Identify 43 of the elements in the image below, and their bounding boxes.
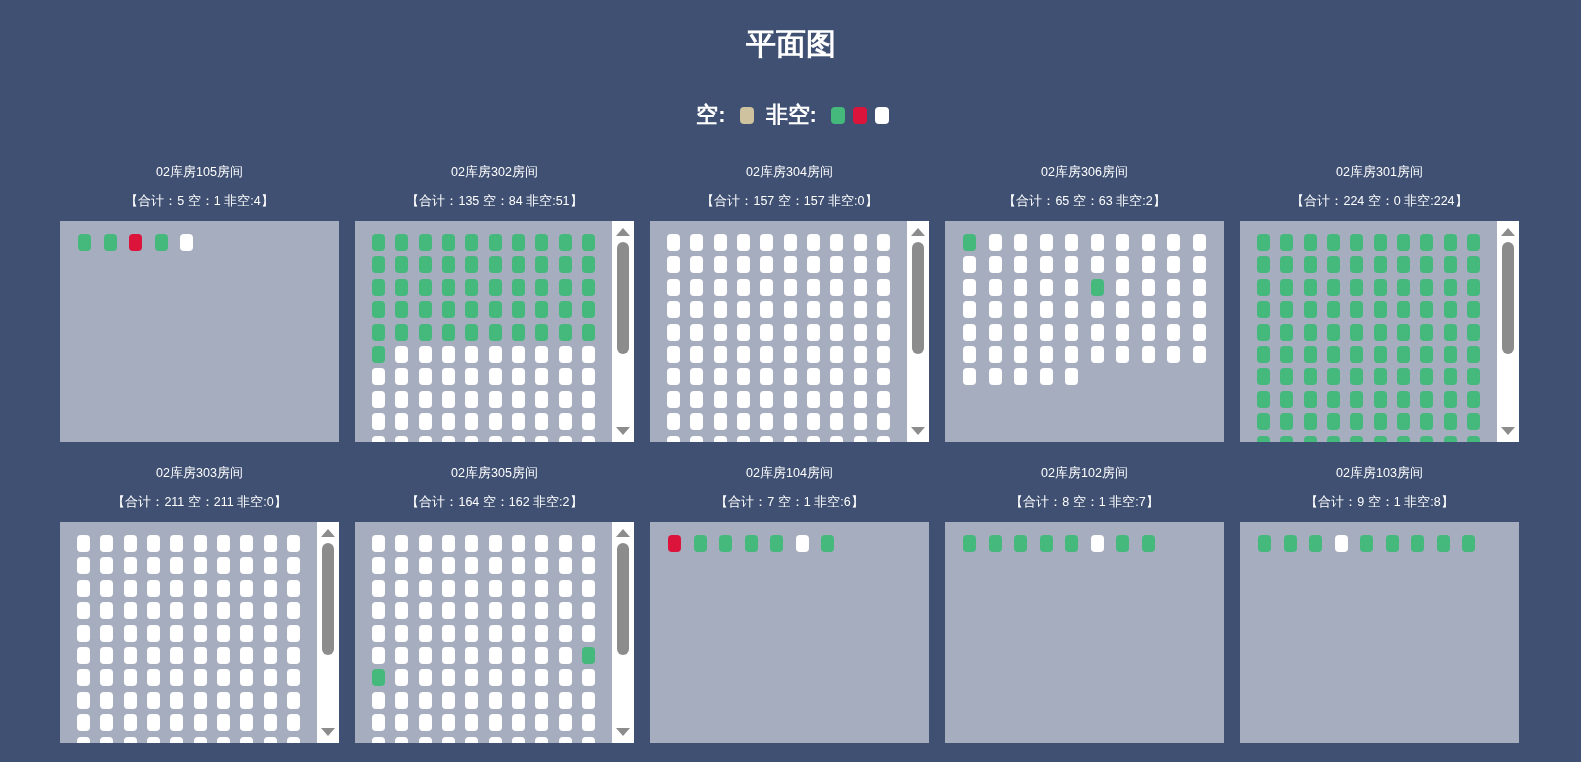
scroll-up-icon[interactable] xyxy=(616,228,630,236)
room-title: 02库房306房间 xyxy=(1041,164,1128,181)
scroll-up-icon[interactable] xyxy=(1501,228,1515,236)
room-summary: 【合计：135 空：84 非空:51】 xyxy=(406,193,583,210)
room-summary: 【合计：157 空：157 非空:0】 xyxy=(701,193,878,210)
room-summary: 【合计：5 空：1 非空:4】 xyxy=(125,193,274,210)
legend-label: 空: xyxy=(696,101,726,129)
room-title: 02库房301房间 xyxy=(1336,164,1423,181)
legend-label: 非空: xyxy=(765,101,817,129)
scroll-up-icon[interactable] xyxy=(616,529,630,537)
room-title: 02库房103房间 xyxy=(1336,465,1423,482)
scroll-down-icon[interactable] xyxy=(616,427,630,435)
scrollbar-thumb[interactable] xyxy=(1502,242,1514,354)
room-title: 02库房102房间 xyxy=(1041,465,1128,482)
room-title: 02库房105房间 xyxy=(156,164,243,181)
scroll-down-icon[interactable] xyxy=(321,728,335,736)
room-summary: 【合计：224 空：0 非空:224】 xyxy=(1291,193,1468,210)
scroll-up-icon[interactable] xyxy=(321,529,335,537)
scrollbar[interactable] xyxy=(907,221,929,442)
scrollbar[interactable] xyxy=(317,522,339,743)
room-summary: 【合计：8 空：1 非空:7】 xyxy=(1010,494,1159,511)
scroll-up-icon[interactable] xyxy=(911,228,925,236)
scrollbar[interactable] xyxy=(612,221,634,442)
scrollbar-thumb[interactable] xyxy=(617,543,629,655)
scrollbar-thumb[interactable] xyxy=(322,543,334,655)
room-summary: 【合计：65 空：63 非空:2】 xyxy=(1003,193,1166,210)
scrollbar-thumb[interactable] xyxy=(912,242,924,354)
scrollbar[interactable] xyxy=(1497,221,1519,442)
room-summary: 【合计：9 空：1 非空:8】 xyxy=(1305,494,1454,511)
room-summary: 【合计：164 空：162 非空:2】 xyxy=(406,494,583,511)
scrollbar[interactable] xyxy=(612,522,634,743)
room-title: 02库房304房间 xyxy=(746,164,833,181)
room-title: 02库房104房间 xyxy=(746,465,833,482)
room-summary: 【合计：7 空：1 非空:6】 xyxy=(715,494,864,511)
room-summary: 【合计：211 空：211 非空:0】 xyxy=(112,494,287,511)
scrollbar-thumb[interactable] xyxy=(617,242,629,354)
room-title: 02库房303房间 xyxy=(156,465,243,482)
room-title: 02库房302房间 xyxy=(451,164,538,181)
scroll-down-icon[interactable] xyxy=(616,728,630,736)
scroll-down-icon[interactable] xyxy=(1501,427,1515,435)
room-title: 02库房305房间 xyxy=(451,465,538,482)
scroll-down-icon[interactable] xyxy=(911,427,925,435)
page-title: 平面图 xyxy=(744,26,837,62)
